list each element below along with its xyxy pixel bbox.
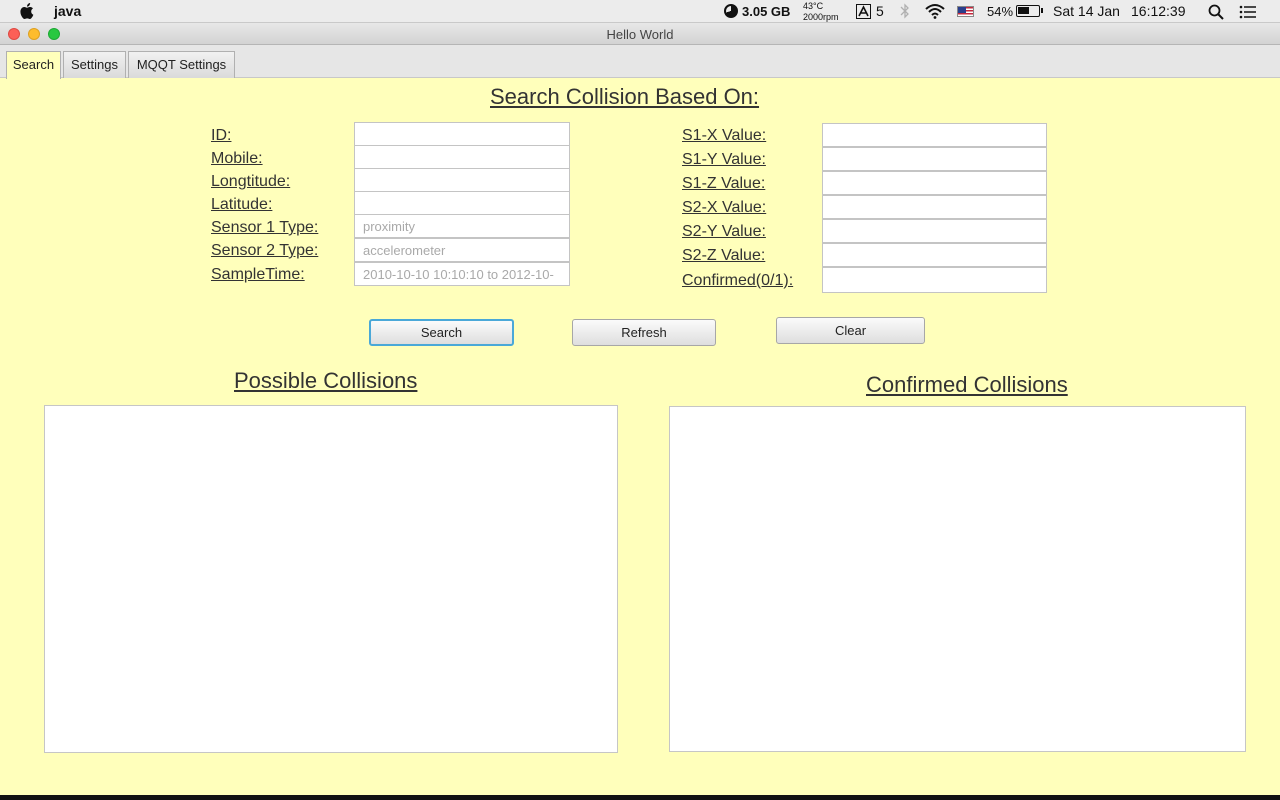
sensor-2-type-label: Sensor 2 Type: [211, 242, 319, 259]
latitude-label: Latitude: [211, 196, 273, 213]
battery-percent[interactable]: 54% [987, 4, 1013, 19]
refresh-button[interactable]: Refresh [572, 319, 716, 346]
menu-date[interactable]: Sat 14 Jan [1053, 3, 1120, 19]
bluetooth-icon[interactable] [900, 3, 910, 19]
battery-icon[interactable] [1016, 5, 1043, 17]
app-menu-name[interactable]: java [54, 3, 81, 19]
s2-x-label: S2-X Value: [682, 199, 767, 216]
s2-y-field[interactable] [822, 219, 1047, 243]
clear-button[interactable]: Clear [776, 317, 925, 344]
adobe-count: 5 [876, 3, 884, 19]
possible-collisions-heading: Possible Collisions [234, 368, 418, 393]
search-button[interactable]: Search [369, 319, 514, 346]
s2-x-field[interactable] [822, 195, 1047, 219]
fan-status[interactable]: 2000rpm [803, 12, 839, 22]
sample-time-field[interactable] [354, 262, 570, 286]
longtitude-field[interactable] [354, 168, 570, 192]
app-window: Hello World Search Settings MQQT Setting… [0, 23, 1280, 795]
confirmed-collisions-list[interactable] [669, 406, 1246, 752]
possible-collisions-list[interactable] [44, 405, 618, 753]
tab-mqqt-settings[interactable]: MQQT Settings [128, 51, 235, 78]
longtitude-label: Longtitude: [211, 173, 291, 190]
memory-gauge-icon[interactable] [724, 4, 738, 18]
menu-bar: java 3.05 GB 43°C 2000rpm 5 54% Sat 14 J… [0, 0, 1280, 23]
battery-tip [1041, 8, 1043, 13]
tab-bar: Search Settings MQQT Settings [0, 45, 1280, 79]
mobile-field[interactable] [354, 145, 570, 169]
s2-z-field[interactable] [822, 243, 1047, 267]
sample-time-label: SampleTime: [211, 266, 305, 283]
search-panel: Search Collision Based On: ID: Mobile: L… [0, 78, 1280, 795]
sensor-1-type-field[interactable] [354, 214, 570, 238]
memory-status[interactable]: 3.05 GB [742, 4, 790, 19]
menu-time[interactable]: 16:12:39 [1131, 3, 1186, 19]
us-flag-icon[interactable] [957, 6, 974, 17]
spotlight-search-icon[interactable] [1208, 4, 1224, 20]
s1-z-field[interactable] [822, 171, 1047, 195]
screen-bottom-edge [0, 795, 1280, 800]
wifi-icon[interactable] [925, 3, 945, 19]
confirmed-collisions-heading: Confirmed Collisions [866, 372, 1068, 397]
s1-z-label: S1-Z Value: [682, 175, 766, 192]
search-heading: Search Collision Based On: [490, 84, 760, 109]
window-title: Hello World [606, 27, 674, 42]
temperature-status[interactable]: 43°C [803, 1, 823, 11]
s1-y-field[interactable] [822, 147, 1047, 171]
id-label: ID: [211, 127, 232, 144]
apple-icon[interactable] [20, 2, 36, 20]
latitude-field[interactable] [354, 191, 570, 215]
s1-x-field[interactable] [822, 123, 1047, 147]
s1-y-label: S1-Y Value: [682, 151, 766, 168]
tab-search[interactable]: Search [6, 51, 61, 79]
sensor-2-type-field[interactable] [354, 238, 570, 262]
mobile-label: Mobile: [211, 150, 263, 167]
confirmed-label: Confirmed(0/1): [682, 272, 794, 289]
battery-fill [1018, 7, 1029, 14]
s2-y-label: S2-Y Value: [682, 223, 766, 240]
adobe-icon[interactable] [856, 4, 871, 19]
flag-canton [958, 7, 966, 13]
notification-center-icon[interactable] [1239, 5, 1257, 19]
sensor-1-type-label: Sensor 1 Type: [211, 219, 319, 236]
title-bar[interactable]: Hello World [0, 23, 1280, 45]
id-field[interactable] [354, 122, 570, 146]
tab-settings[interactable]: Settings [63, 51, 126, 78]
s1-x-label: S1-X Value: [682, 127, 767, 144]
s2-z-label: S2-Z Value: [682, 247, 766, 264]
confirmed-field[interactable] [822, 267, 1047, 293]
